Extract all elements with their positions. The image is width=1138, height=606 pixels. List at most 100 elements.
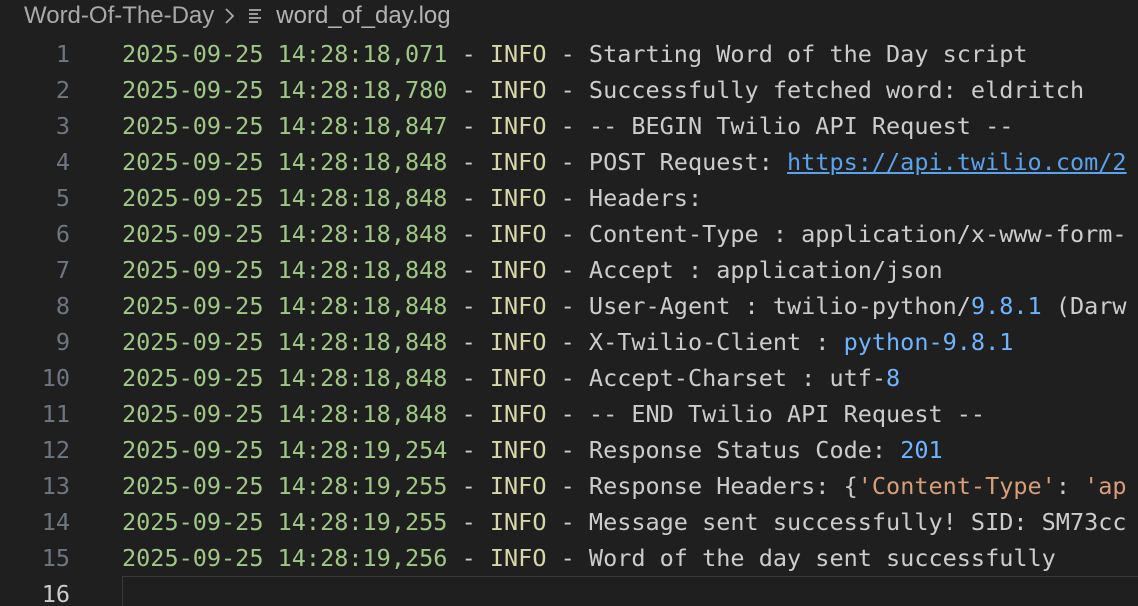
code-line[interactable]: 1 2025-09-25 14:28:18,071 - INFO - Start…: [0, 36, 1138, 72]
line-number: 1: [55, 40, 70, 68]
log-timestamp: 2025-09-25 14:28:18,848: [122, 148, 448, 176]
log-timestamp: 2025-09-25 14:28:18,071: [122, 40, 448, 68]
log-separator: -: [447, 292, 490, 320]
line-number: 9: [55, 328, 70, 356]
log-separator: -: [546, 76, 589, 104]
log-separator: -: [447, 112, 490, 140]
log-string: 'Content-Type': [857, 472, 1056, 500]
line-number: 7: [55, 256, 70, 284]
log-message: Headers:: [588, 184, 703, 212]
log-level: INFO: [489, 544, 547, 572]
log-separator: -: [546, 364, 589, 392]
log-message-tail: :: [1055, 472, 1085, 500]
line-number: 11: [41, 400, 70, 428]
log-level: INFO: [489, 256, 547, 284]
log-timestamp: 2025-09-25 14:28:19,255: [122, 508, 448, 536]
log-separator: -: [546, 400, 589, 428]
code-editor[interactable]: 1 2025-09-25 14:28:18,071 - INFO - Start…: [0, 36, 1138, 606]
code-line[interactable]: 12 2025-09-25 14:28:19,254 - INFO - Resp…: [0, 432, 1138, 468]
log-separator: -: [447, 184, 490, 212]
code-line[interactable]: 10 2025-09-25 14:28:18,848 - INFO - Acce…: [0, 360, 1138, 396]
code-line[interactable]: 6 2025-09-25 14:28:18,848 - INFO - Conte…: [0, 216, 1138, 252]
log-level: INFO: [489, 436, 547, 464]
log-level: INFO: [489, 508, 547, 536]
log-message: -- END Twilio API Request --: [588, 400, 986, 428]
file-lines-icon: [246, 6, 266, 26]
log-message: Message sent successfully! SID: SM73cc: [588, 508, 1127, 536]
log-separator: -: [447, 220, 490, 248]
log-timestamp: 2025-09-25 14:28:18,848: [122, 328, 448, 356]
api-url-link[interactable]: https://api.twilio.com/2: [787, 148, 1127, 176]
log-separator: -: [546, 184, 589, 212]
breadcrumb-folder[interactable]: Word-Of-The-Day: [24, 2, 214, 30]
log-separator: -: [447, 364, 490, 392]
log-level: INFO: [489, 220, 547, 248]
log-message: Accept-Charset : utf-: [588, 364, 887, 392]
log-message: Content-Type : application/x-www-form-: [588, 220, 1127, 248]
log-number: 9.8.1: [970, 292, 1042, 320]
log-separator: -: [546, 40, 589, 68]
log-timestamp: 2025-09-25 14:28:18,848: [122, 184, 448, 212]
log-timestamp: 2025-09-25 14:28:18,847: [122, 112, 448, 140]
log-level: INFO: [489, 112, 547, 140]
log-number: python-9.8.1: [843, 328, 1014, 356]
log-level: INFO: [489, 40, 547, 68]
log-separator: -: [447, 472, 490, 500]
code-line[interactable]: 5 2025-09-25 14:28:18,848 - INFO - Heade…: [0, 180, 1138, 216]
log-separator: -: [546, 220, 589, 248]
line-number: 5: [55, 184, 70, 212]
chevron-right-icon: [224, 7, 236, 25]
log-message: User-Agent : twilio-python/: [588, 292, 971, 320]
code-line[interactable]: 13 2025-09-25 14:28:19,255 - INFO - Resp…: [0, 468, 1138, 504]
log-number: 201: [900, 436, 943, 464]
log-separator: -: [546, 328, 589, 356]
log-separator: -: [546, 508, 589, 536]
code-line[interactable]: 14 2025-09-25 14:28:19,255 - INFO - Mess…: [0, 504, 1138, 540]
log-timestamp: 2025-09-25 14:28:19,255: [122, 472, 448, 500]
log-separator: -: [546, 112, 589, 140]
line-number: 6: [55, 220, 70, 248]
log-timestamp: 2025-09-25 14:28:19,256: [122, 544, 448, 572]
log-message: -- BEGIN Twilio API Request --: [588, 112, 1014, 140]
log-timestamp: 2025-09-25 14:28:18,848: [122, 220, 448, 248]
code-line[interactable]: 8 2025-09-25 14:28:18,848 - INFO - User-…: [0, 288, 1138, 324]
code-line[interactable]: 11 2025-09-25 14:28:18,848 - INFO - -- E…: [0, 396, 1138, 432]
log-separator: -: [447, 400, 490, 428]
log-message: Word of the day sent successfully: [588, 544, 1056, 572]
log-level: INFO: [489, 148, 547, 176]
log-separator: -: [447, 328, 490, 356]
log-separator: -: [447, 508, 490, 536]
line-number: 14: [41, 508, 70, 536]
code-line[interactable]: 15 2025-09-25 14:28:19,256 - INFO - Word…: [0, 540, 1138, 576]
line-number: 15: [41, 544, 70, 572]
log-string: 'ap: [1084, 472, 1127, 500]
log-timestamp: 2025-09-25 14:28:18,848: [122, 292, 448, 320]
log-level: INFO: [489, 400, 547, 428]
code-line[interactable]: 7 2025-09-25 14:28:18,848 - INFO - Accep…: [0, 252, 1138, 288]
code-line[interactable]: 3 2025-09-25 14:28:18,847 - INFO - -- BE…: [0, 108, 1138, 144]
code-line[interactable]: 9 2025-09-25 14:28:18,848 - INFO - X-Twi…: [0, 324, 1138, 360]
log-message: X-Twilio-Client :: [588, 328, 844, 356]
line-number: 10: [41, 364, 70, 392]
log-level: INFO: [489, 292, 547, 320]
code-line[interactable]: 2 2025-09-25 14:28:18,780 - INFO - Succe…: [0, 72, 1138, 108]
line-number: 12: [41, 436, 70, 464]
line-number: 3: [55, 112, 70, 140]
log-timestamp: 2025-09-25 14:28:19,254: [122, 436, 448, 464]
log-separator: -: [546, 148, 589, 176]
line-number: 4: [55, 148, 70, 176]
log-separator: -: [546, 256, 589, 284]
log-timestamp: 2025-09-25 14:28:18,780: [122, 76, 448, 104]
log-separator: -: [546, 436, 589, 464]
log-timestamp: 2025-09-25 14:28:18,848: [122, 400, 448, 428]
log-level: INFO: [489, 76, 547, 104]
breadcrumb-file[interactable]: word_of_day.log: [276, 2, 450, 30]
log-separator: -: [447, 544, 490, 572]
code-line[interactable]: 4 2025-09-25 14:28:18,848 - INFO - POST …: [0, 144, 1138, 180]
log-separator: -: [447, 40, 490, 68]
log-message: Starting Word of the Day script: [588, 40, 1028, 68]
log-level: INFO: [489, 472, 547, 500]
log-separator: -: [447, 436, 490, 464]
log-separator: -: [546, 472, 589, 500]
code-line[interactable]: 16: [0, 576, 1138, 606]
